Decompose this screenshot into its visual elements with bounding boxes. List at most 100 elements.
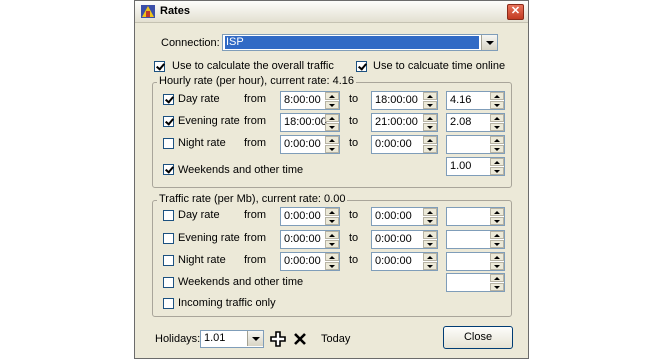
spin-buttons[interactable] xyxy=(325,253,339,270)
incoming-traffic-checkbox[interactable] xyxy=(163,298,174,309)
title-bar[interactable]: Rates ✕ xyxy=(135,1,528,23)
spin-up-icon[interactable] xyxy=(423,136,437,144)
spin-buttons[interactable] xyxy=(325,114,339,131)
spin-up-icon[interactable] xyxy=(325,114,339,122)
overall-traffic-checkbox[interactable] xyxy=(154,61,165,72)
spin-down-icon[interactable] xyxy=(423,123,437,131)
spin-down-icon[interactable] xyxy=(325,262,339,270)
spin-buttons[interactable] xyxy=(423,114,437,131)
spin-buttons[interactable] xyxy=(423,92,437,109)
spin-down-icon[interactable] xyxy=(423,217,437,225)
hourly-evening-checkbox[interactable] xyxy=(163,116,174,127)
chevron-down-icon[interactable] xyxy=(247,331,263,346)
hourly-weekends-checkbox[interactable] xyxy=(163,164,174,175)
spin-up-icon[interactable] xyxy=(490,274,504,282)
traffic-evening-to-time[interactable]: 0:00:00 xyxy=(371,230,438,249)
spin-down-icon[interactable] xyxy=(325,101,339,109)
spin-buttons[interactable] xyxy=(325,92,339,109)
hourly-weekends-rate[interactable]: 1.00 xyxy=(446,157,505,176)
close-button[interactable]: Close xyxy=(443,326,513,349)
spin-up-icon[interactable] xyxy=(325,231,339,239)
spin-buttons[interactable] xyxy=(490,274,504,291)
spin-buttons[interactable] xyxy=(325,231,339,248)
spin-buttons[interactable] xyxy=(423,136,437,153)
close-window-button[interactable]: ✕ xyxy=(507,4,524,20)
traffic-weekends-checkbox[interactable] xyxy=(163,277,174,288)
spin-buttons[interactable] xyxy=(490,136,504,153)
traffic-night-from-time[interactable]: 0:00:00 xyxy=(280,252,340,271)
spin-down-icon[interactable] xyxy=(423,262,437,270)
spin-down-icon[interactable] xyxy=(423,240,437,248)
spin-down-icon[interactable] xyxy=(490,167,504,175)
hourly-day-to-time[interactable]: 18:00:00 xyxy=(371,91,438,110)
spin-down-icon[interactable] xyxy=(325,145,339,153)
traffic-day-to-time[interactable]: 0:00:00 xyxy=(371,207,438,226)
spin-buttons[interactable] xyxy=(423,231,437,248)
spin-up-icon[interactable] xyxy=(423,253,437,261)
hourly-evening-to-time[interactable]: 21:00:00 xyxy=(371,113,438,132)
spin-down-icon[interactable] xyxy=(423,145,437,153)
holidays-select[interactable]: 1.01 xyxy=(200,330,264,348)
spin-buttons[interactable] xyxy=(490,92,504,109)
spin-down-icon[interactable] xyxy=(325,123,339,131)
spin-buttons[interactable] xyxy=(490,114,504,131)
spin-buttons[interactable] xyxy=(490,158,504,175)
spin-up-icon[interactable] xyxy=(490,136,504,144)
spin-up-icon[interactable] xyxy=(490,231,504,239)
spin-down-icon[interactable] xyxy=(490,217,504,225)
spin-up-icon[interactable] xyxy=(423,231,437,239)
traffic-day-from-time[interactable]: 0:00:00 xyxy=(280,207,340,226)
spin-buttons[interactable] xyxy=(325,136,339,153)
traffic-evening-checkbox[interactable] xyxy=(163,233,174,244)
spin-buttons[interactable] xyxy=(490,253,504,270)
spin-up-icon[interactable] xyxy=(325,208,339,216)
spin-up-icon[interactable] xyxy=(423,92,437,100)
spin-down-icon[interactable] xyxy=(490,101,504,109)
traffic-evening-rate[interactable] xyxy=(446,230,505,249)
add-icon[interactable] xyxy=(270,331,286,347)
spin-up-icon[interactable] xyxy=(490,208,504,216)
hourly-evening-from-time[interactable]: 18:00:00 xyxy=(280,113,340,132)
spin-down-icon[interactable] xyxy=(490,123,504,131)
hourly-night-to-time[interactable]: 0:00:00 xyxy=(371,135,438,154)
hourly-night-checkbox[interactable] xyxy=(163,138,174,149)
connection-select[interactable]: ISP xyxy=(222,34,498,51)
spin-up-icon[interactable] xyxy=(490,158,504,166)
spin-down-icon[interactable] xyxy=(490,145,504,153)
today-button[interactable]: Today xyxy=(321,333,350,345)
spin-up-icon[interactable] xyxy=(490,92,504,100)
spin-up-icon[interactable] xyxy=(325,92,339,100)
spin-buttons[interactable] xyxy=(423,208,437,225)
spin-down-icon[interactable] xyxy=(490,240,504,248)
spin-down-icon[interactable] xyxy=(490,262,504,270)
spin-up-icon[interactable] xyxy=(423,208,437,216)
spin-down-icon[interactable] xyxy=(490,283,504,291)
spin-up-icon[interactable] xyxy=(325,253,339,261)
hourly-evening-rate[interactable]: 2.08 xyxy=(446,113,505,132)
spin-up-icon[interactable] xyxy=(490,114,504,122)
spin-down-icon[interactable] xyxy=(325,217,339,225)
spin-down-icon[interactable] xyxy=(325,240,339,248)
traffic-night-rate[interactable] xyxy=(446,252,505,271)
traffic-night-checkbox[interactable] xyxy=(163,255,174,266)
spin-up-icon[interactable] xyxy=(325,136,339,144)
hourly-day-checkbox[interactable] xyxy=(163,94,174,105)
hourly-day-rate[interactable]: 4.16 xyxy=(446,91,505,110)
traffic-day-rate[interactable] xyxy=(446,207,505,226)
chevron-down-icon[interactable] xyxy=(481,35,497,50)
spin-buttons[interactable] xyxy=(325,208,339,225)
spin-buttons[interactable] xyxy=(490,208,504,225)
traffic-night-to-time[interactable]: 0:00:00 xyxy=(371,252,438,271)
hourly-night-rate[interactable] xyxy=(446,135,505,154)
spin-up-icon[interactable] xyxy=(423,114,437,122)
time-online-checkbox[interactable] xyxy=(356,61,367,72)
hourly-day-from-time[interactable]: 8:00:00 xyxy=(280,91,340,110)
traffic-evening-from-time[interactable]: 0:00:00 xyxy=(280,230,340,249)
hourly-night-from-time[interactable]: 0:00:00 xyxy=(280,135,340,154)
traffic-day-checkbox[interactable] xyxy=(163,210,174,221)
spin-buttons[interactable] xyxy=(490,231,504,248)
spin-buttons[interactable] xyxy=(423,253,437,270)
delete-icon[interactable] xyxy=(294,333,306,345)
spin-up-icon[interactable] xyxy=(490,253,504,261)
traffic-weekends-rate[interactable] xyxy=(446,273,505,292)
